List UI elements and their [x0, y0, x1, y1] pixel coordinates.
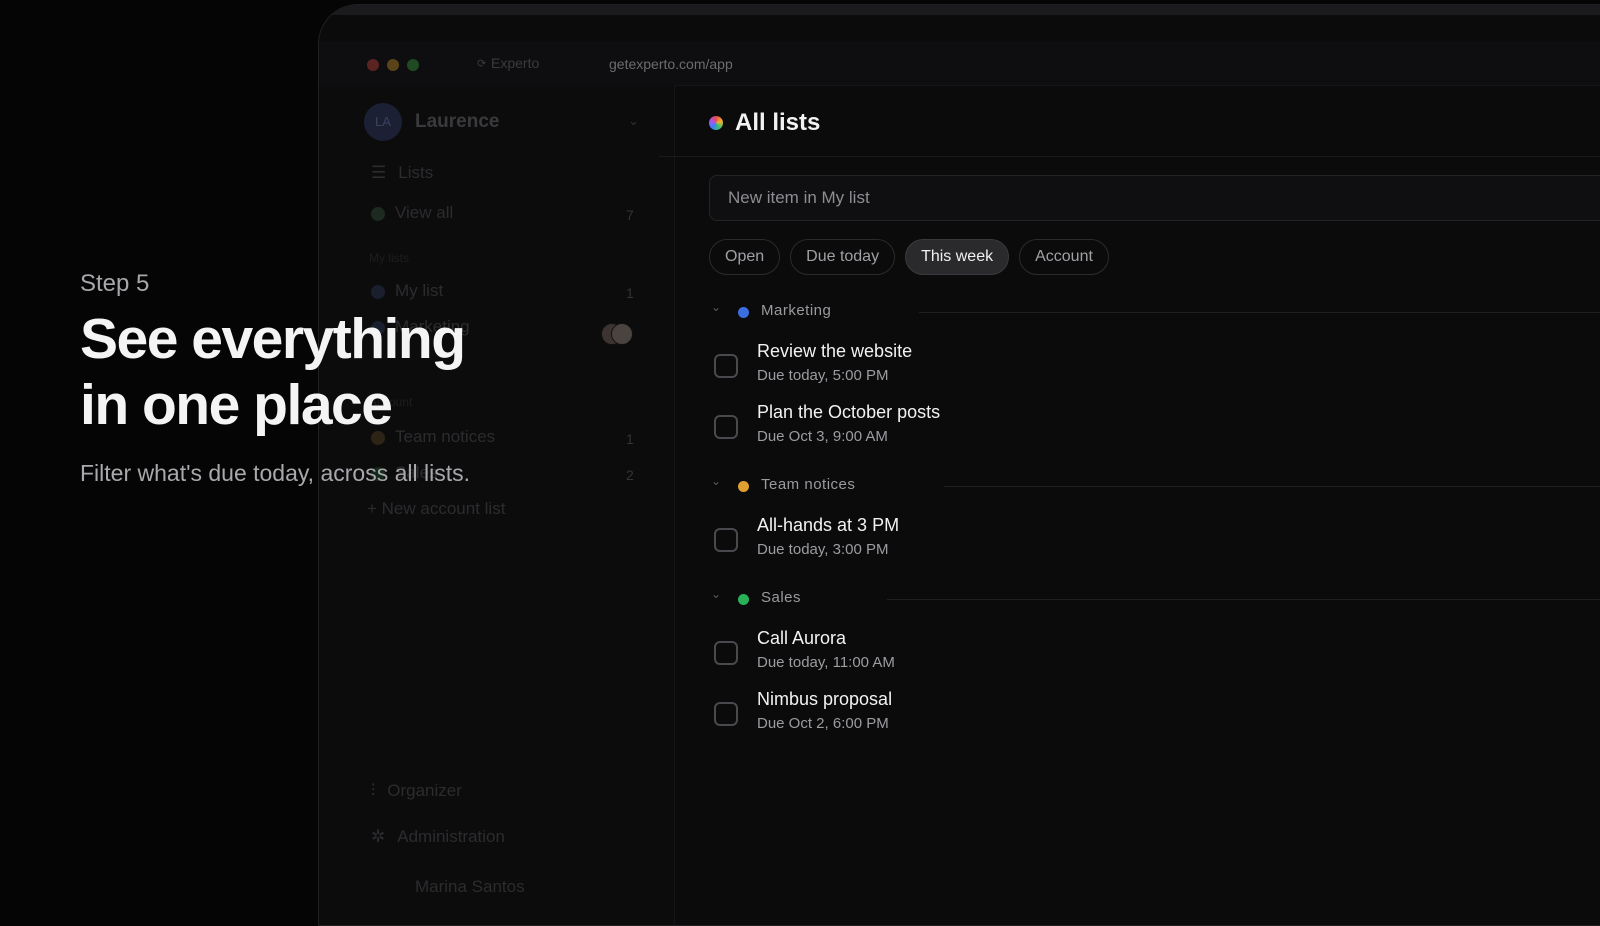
task-checkbox[interactable]: [714, 641, 738, 665]
browser-tab-title[interactable]: Experto: [491, 55, 539, 71]
close-window-dot[interactable]: [367, 59, 379, 71]
sidebar-item-organizer[interactable]: ⫶ Organizer: [371, 781, 462, 801]
promo-headline: See everything in one place: [80, 306, 640, 438]
task-row[interactable]: All-hands at 3 PM Due today, 3:00 PM: [709, 515, 1600, 565]
chevron-down-icon[interactable]: ⌄: [711, 300, 721, 314]
headline-line-2: in one place: [80, 373, 393, 437]
task-checkbox[interactable]: [714, 528, 738, 552]
team-notices-color-dot: [738, 481, 749, 492]
task-row[interactable]: Review the website Due today, 5:00 PM: [709, 341, 1600, 391]
task-title: Plan the October posts: [757, 402, 941, 422]
group-divider: [944, 486, 1600, 487]
new-account-list-button[interactable]: + New account list: [367, 499, 505, 519]
filter-chips: Open Due today This week Account: [709, 239, 1119, 277]
sidebar-item-lists[interactable]: ☰ Lists: [371, 163, 433, 183]
sidebar-item-label: Lists: [398, 163, 434, 182]
task-title: Call Aurora: [757, 628, 847, 648]
tab-favicon-icon: ⟳: [477, 58, 487, 70]
sidebar-item-administration[interactable]: ✲ Administration: [371, 827, 505, 847]
main-content: All lists New item in My list Open Due to…: [659, 85, 1600, 925]
task-title: All-hands at 3 PM: [757, 515, 900, 535]
minimize-window-dot[interactable]: [387, 59, 399, 71]
task-title: Review the website: [757, 341, 913, 361]
gear-icon: ✲: [371, 827, 386, 846]
all-lists-color-icon: [709, 116, 723, 130]
list-icon: ☰: [371, 163, 387, 182]
task-checkbox[interactable]: [714, 702, 738, 726]
view-all-count: 7: [626, 207, 634, 223]
promo-text-block: Step 5 See everything in one place Filte…: [80, 270, 640, 487]
group-name: Team notices: [761, 476, 856, 493]
sidebar-item-label: Organizer: [387, 781, 462, 800]
group-name: Sales: [761, 589, 802, 606]
sales-color-dot: [738, 594, 749, 605]
page-header: All lists: [709, 109, 820, 139]
browser-titlebar: ⟳ Experto getexperto.com/app: [319, 41, 1600, 86]
task-due-date: Due today, 11:00 AM: [757, 654, 895, 671]
task-title: Nimbus proposal: [757, 689, 893, 709]
task-due-date: Due today, 3:00 PM: [757, 541, 889, 558]
filter-account[interactable]: Account: [1019, 239, 1109, 275]
group-sales[interactable]: ⌄ Sales: [709, 587, 1600, 611]
header-divider: [659, 156, 1600, 157]
headline-line-1: See everything: [80, 307, 466, 371]
filter-due-today[interactable]: Due today: [790, 239, 896, 275]
user-menu-chevron-icon[interactable]: ⌄: [628, 113, 639, 129]
task-due-date: Due Oct 3, 9:00 AM: [757, 428, 888, 445]
filter-this-week[interactable]: This week: [905, 239, 1010, 275]
organizer-icon: ⫶: [371, 781, 376, 800]
group-name: Marketing: [761, 302, 832, 319]
section-my-lists: My lists: [369, 251, 409, 265]
step-label: Step 5: [80, 270, 150, 297]
view-all-dot-icon: [371, 206, 385, 221]
chevron-down-icon[interactable]: ⌄: [711, 474, 721, 488]
task-row[interactable]: Plan the October posts Due Oct 3, 9:00 A…: [709, 402, 1600, 452]
group-team-notices[interactable]: ⌄ Team notices: [709, 474, 1600, 498]
group-marketing[interactable]: ⌄ Marketing: [709, 300, 1600, 324]
group-divider: [919, 312, 1600, 313]
window-top-edge: [319, 5, 1600, 15]
group-divider: [887, 599, 1600, 600]
task-due-date: Due Oct 2, 6:00 PM: [757, 715, 889, 732]
maximize-window-dot[interactable]: [407, 59, 419, 71]
sidebar: LA Laurence ⌄ ☰ Lists View all 7 My lists…: [319, 85, 675, 925]
marketing-color-dot: [738, 307, 749, 318]
page-title: All lists: [735, 109, 821, 136]
promo-subtitle: Filter what's due today, across all list…: [80, 460, 471, 486]
user-name[interactable]: Laurence: [415, 111, 499, 133]
task-checkbox[interactable]: [714, 415, 738, 439]
user-avatar[interactable]: LA: [364, 103, 402, 141]
filter-open[interactable]: Open: [709, 239, 781, 275]
sidebar-item-label: Administration: [397, 827, 505, 846]
task-checkbox[interactable]: [714, 354, 738, 378]
new-item-input[interactable]: New item in My list: [709, 175, 1600, 221]
address-bar[interactable]: getexperto.com/app: [609, 56, 733, 72]
sidebar-item-label: View all: [395, 203, 454, 222]
task-row[interactable]: Nimbus proposal Due Oct 2, 6:00 PM: [709, 689, 1600, 739]
footer-user-name[interactable]: Marina Santos: [415, 877, 525, 897]
task-row[interactable]: Call Aurora Due today, 11:00 AM: [709, 628, 1600, 678]
sidebar-item-view-all[interactable]: View all: [371, 203, 453, 223]
task-due-date: Due today, 5:00 PM: [757, 367, 889, 384]
chevron-down-icon[interactable]: ⌄: [711, 587, 721, 601]
